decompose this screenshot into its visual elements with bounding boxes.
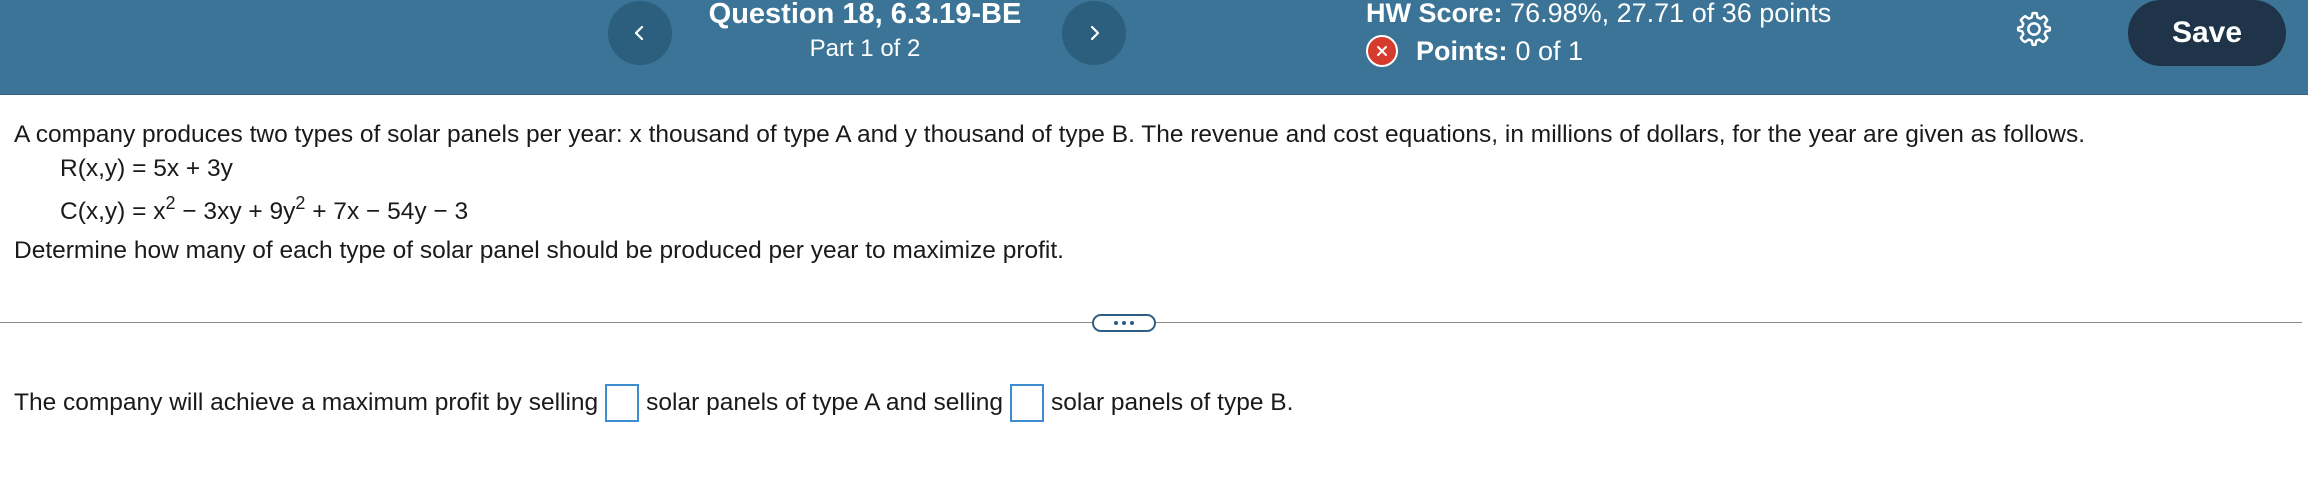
- type-b-quantity-input[interactable]: [1010, 384, 1045, 422]
- ellipsis-dot: [1130, 321, 1134, 325]
- problem-statement: A company produces two types of solar pa…: [14, 121, 2086, 148]
- cost-eq-exponent-x: 2: [165, 193, 176, 213]
- chevron-left-icon: [634, 25, 644, 41]
- answer-text-middle: solar panels of type A and selling: [646, 389, 1004, 416]
- type-a-quantity-input[interactable]: [605, 384, 640, 422]
- question-title: Question 18, 6.3.19-BE: [708, 0, 1022, 30]
- cost-eq-part3: + 7x − 54y − 3: [305, 198, 469, 225]
- save-button[interactable]: Save: [2128, 0, 2286, 66]
- chevron-right-icon: [1090, 25, 1100, 41]
- gear-icon: [2016, 11, 2052, 47]
- question-header: Question 18, 6.3.19-BE Part 1 of 2 HW Sc…: [0, 0, 2308, 95]
- points-value: 0 of 1: [1515, 36, 1584, 66]
- next-question-button[interactable]: [1062, 1, 1126, 65]
- answer-text-before: The company will achieve a maximum profi…: [14, 389, 599, 416]
- question-part: Part 1 of 2: [809, 35, 921, 62]
- settings-button[interactable]: [2014, 9, 2054, 49]
- cost-equation: C(x,y) = x2 − 3xy + 9y2 + 7x − 54y − 3: [60, 193, 468, 226]
- cost-eq-part2: − 3xy + 9y: [175, 198, 296, 225]
- hw-score: HW Score: 76.98%, 27.71 of 36 points: [1366, 0, 1831, 29]
- expand-more-button[interactable]: [1092, 314, 1156, 332]
- question-points: Points: 0 of 1: [1366, 35, 1583, 67]
- answer-text-after: solar panels of type B.: [1051, 389, 1294, 416]
- cost-eq-exponent-y: 2: [295, 193, 306, 213]
- x-circle-icon: [1366, 35, 1398, 67]
- answer-sentence: The company will achieve a maximum profi…: [14, 384, 1293, 422]
- cost-eq-part1: C(x,y) = x: [60, 198, 166, 225]
- hw-score-label: HW Score:: [1366, 0, 1503, 28]
- hw-score-value: 76.98%, 27.71 of 36 points: [1510, 0, 1832, 28]
- points-label: Points:: [1416, 36, 1508, 66]
- ellipsis-dot: [1114, 321, 1118, 325]
- revenue-equation: R(x,y) = 5x + 3y: [60, 155, 233, 182]
- question-instruction: Determine how many of each type of solar…: [14, 237, 1064, 264]
- ellipsis-dot: [1122, 321, 1126, 325]
- previous-question-button[interactable]: [608, 1, 672, 65]
